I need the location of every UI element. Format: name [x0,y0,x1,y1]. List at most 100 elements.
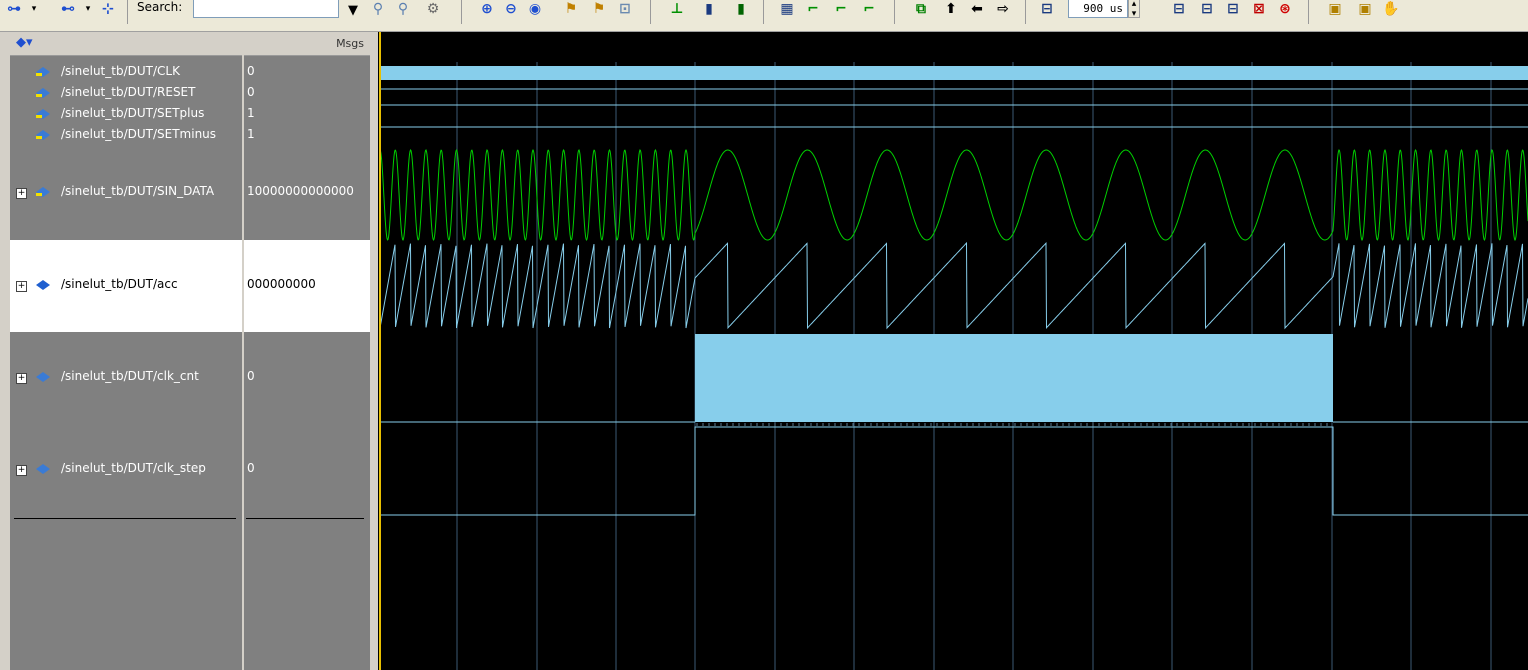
value-pane-header: Msgs [244,32,370,56]
sin-data-analog-waveform [379,148,1528,242]
signal-diamond-icon [36,130,50,140]
signal-value: 0 [247,369,255,383]
format-analog-icon[interactable]: ⌐ [858,0,880,20]
toolbar-separator [894,0,895,24]
expand-icon[interactable]: + [16,373,27,384]
value-row: 1 [244,104,370,125]
find-prev-icon[interactable]: ⚙ [422,0,444,20]
clk-dense-band [380,66,1528,80]
search-input[interactable] [193,0,339,18]
signal-row[interactable]: + /sinelut_tb/DUT/SIN_DATA [10,146,242,240]
zoom-full-icon[interactable]: ◉ [524,0,546,20]
signal-name: /sinelut_tb/DUT/CLK [61,64,180,78]
signal-row[interactable]: /sinelut_tb/DUT/SETplus [10,104,242,125]
end-of-list-marker [14,518,236,519]
run-icon[interactable]: ⊟ [1168,0,1190,20]
expand-icon[interactable]: + [16,281,27,292]
break-icon[interactable]: ⊠ [1248,0,1270,20]
waveform-canvas[interactable] [378,32,1528,670]
value-row: 0 [244,424,370,516]
pan-icon[interactable]: ✋ [1380,0,1402,20]
next-edge-icon[interactable]: ⬆ [940,0,962,20]
signal-row[interactable]: /sinelut_tb/DUT/RESET [10,83,242,104]
pane-splitter[interactable] [370,32,378,670]
clk-step-waveform [380,426,1528,516]
restart-icon[interactable]: ⊟ [1036,0,1058,20]
signal-diamond-icon [36,109,50,119]
format-literal-icon[interactable]: ▦ [776,0,798,20]
end-of-list-marker [246,518,364,519]
cursor-lock-icon[interactable]: ▮ [730,0,752,20]
prev-transition-icon[interactable]: ⬅ [966,0,988,20]
search-label: Search: [137,0,183,14]
signal-value: 1 [247,106,255,120]
zoom-in-icon[interactable]: ⊕ [476,0,498,20]
value-row-selected: 000000000 [244,240,370,332]
signal-value: 0 [247,461,255,475]
wave-group-icon[interactable]: ⊹ [96,0,120,20]
zoom-cursor-icon[interactable]: ⚑ [560,0,582,20]
wave-insert-divider-icon[interactable]: ⊷ [56,0,80,20]
find-next-icon[interactable]: ⚲ [392,0,414,20]
zoom-region-icon[interactable]: ⚑ [588,0,610,20]
toolbar-separator [650,0,651,24]
step-icon[interactable]: ▣ [1324,0,1346,20]
format-logic-icon[interactable]: ⌐ [802,0,824,20]
stop-icon[interactable]: ⊛ [1274,0,1296,20]
signal-name: /sinelut_tb/DUT/SETminus [61,127,217,141]
clk-cnt-waveform [380,334,1528,426]
signal-row[interactable]: /sinelut_tb/DUT/SETminus [10,125,242,146]
toolbar-separator [1025,0,1026,24]
value-row: 1 [244,125,370,146]
clk-cnt-active-band [695,334,1333,422]
chevron-down-icon[interactable]: ▼ [341,0,365,20]
toolbar-separator [461,0,462,24]
signal-row[interactable]: + /sinelut_tb/DUT/clk_cnt [10,332,242,424]
expand-icon[interactable]: + [16,465,27,476]
signal-row[interactable]: /sinelut_tb/DUT/CLK [10,62,242,83]
wave-insert-icon[interactable]: ⊶ [2,0,26,20]
cursor-add-icon[interactable]: ⊥ [666,0,688,20]
signal-value: 0 [247,64,255,78]
zoom-mode-icon[interactable]: ⊡ [614,0,636,20]
toolbar-separator [127,0,128,24]
signal-row[interactable]: + /sinelut_tb/DUT/clk_step [10,424,242,516]
run-all-icon[interactable]: ⊟ [1222,0,1244,20]
cursor-delete-icon[interactable]: ▮ [698,0,720,20]
dropdown-icon[interactable]: ▾ [82,0,94,20]
next-transition-icon[interactable]: ⇨ [992,0,1014,20]
signal-name: /sinelut_tb/DUT/SETplus [61,106,205,120]
toolbar-separator [763,0,764,24]
value-row: 0 [244,83,370,104]
clk-step-trace [380,426,1528,516]
wave-sort-icon[interactable]: ◆▾ [16,35,33,50]
step-over-icon[interactable]: ▣ [1354,0,1376,20]
signal-diamond-icon [36,88,50,98]
prev-edge-icon[interactable]: ⧉ [910,0,932,20]
expand-icon[interactable]: + [16,188,27,199]
signal-diamond-icon [36,187,50,197]
signal-name: /sinelut_tb/DUT/clk_step [61,461,206,475]
time-cursor[interactable] [379,32,381,670]
run-length-spinner[interactable]: ▴ ▾ [1128,0,1140,19]
continue-icon[interactable]: ⊟ [1196,0,1218,20]
dropdown-icon[interactable]: ▾ [28,0,40,20]
value-row: 0 [244,62,370,83]
waveform-pane[interactable] [378,32,1528,670]
signal-row-selected[interactable]: + /sinelut_tb/DUT/acc [10,240,242,332]
zoom-out-icon[interactable]: ⊖ [500,0,522,20]
signal-value: 000000000 [247,277,316,291]
signal-pane-header: ◆▾ [10,32,242,56]
signal-diamond-icon [36,372,50,382]
run-length-input[interactable] [1068,0,1128,18]
format-event-icon[interactable]: ⌐ [830,0,852,20]
signal-value-pane: Msgs 0 0 1 1 10000000000000 000000000 0 … [244,32,370,670]
clk-waveform [380,66,1528,80]
toolbar-separator [1308,0,1309,24]
signal-name: /sinelut_tb/DUT/clk_cnt [61,369,199,383]
signal-diamond-icon [36,67,50,77]
signal-value: 10000000000000 [247,184,354,198]
find-icon[interactable]: ⚲ [367,0,389,20]
sin-data-trace [379,148,1528,242]
acc-trace [379,241,1528,330]
